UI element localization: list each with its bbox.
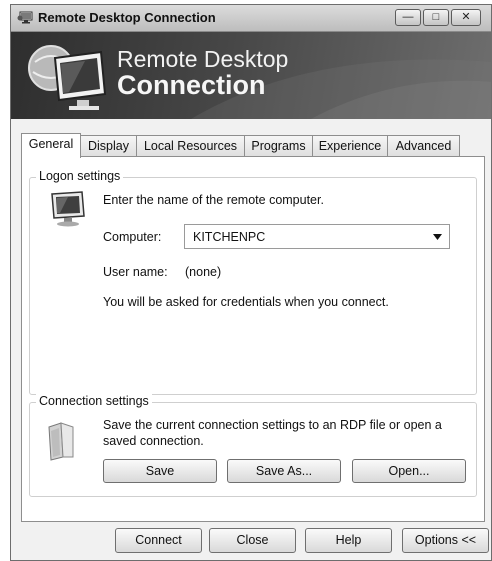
general-tab-panel: Logon settings Enter the name of the rem… [21,156,485,522]
close-button[interactable]: Close [209,528,296,553]
remote-desktop-window: Remote Desktop Connection — □ ✕ Remote D… [10,4,492,561]
banner-title-line1: Remote Desktop [117,46,289,72]
window-title: Remote Desktop Connection [38,10,216,25]
open-button[interactable]: Open... [352,459,466,483]
minimize-icon: — [402,11,414,23]
help-button[interactable]: Help [305,528,392,553]
connection-settings-group: Connection settings Save the current con… [29,394,477,497]
logon-intro-text: Enter the name of the remote computer. [103,193,324,207]
tab-experience[interactable]: Experience [312,135,388,157]
computer-label: Computer: [103,230,162,244]
computer-value: KITCHENPC [193,230,266,244]
logon-settings-group: Logon settings Enter the name of the rem… [29,169,477,395]
remote-desktop-logo-icon [28,45,107,110]
tab-programs[interactable]: Programs [244,135,313,157]
save-as-button[interactable]: Save As... [227,459,341,483]
tab-advanced[interactable]: Advanced [387,135,460,157]
minimize-button[interactable]: — [395,9,421,26]
remote-desktop-icon [17,11,33,24]
tab-general[interactable]: General [21,133,81,158]
computer-icon [51,191,85,227]
username-label: User name: [103,265,168,279]
logon-settings-label: Logon settings [36,169,124,183]
close-icon: ✕ [461,11,471,23]
title-bar[interactable]: Remote Desktop Connection — □ ✕ [11,5,491,32]
close-window-button[interactable]: ✕ [451,9,481,26]
options-button[interactable]: Options << [402,528,489,553]
computer-combobox[interactable]: KITCHENPC [184,224,450,249]
folder-icon [48,422,74,461]
chevron-down-icon[interactable] [433,234,442,240]
connection-desc-line1: Save the current connection settings to … [103,418,442,432]
credentials-note: You will be asked for credentials when y… [103,295,389,309]
tab-local-resources[interactable]: Local Resources [136,135,245,157]
connect-button[interactable]: Connect [115,528,202,553]
banner-title-line2: Connection [117,70,266,100]
username-value: (none) [185,265,222,279]
maximize-button[interactable]: □ [423,9,449,26]
connection-desc-line2: saved connection. [103,434,204,448]
connection-settings-label: Connection settings [36,394,152,408]
maximize-icon: □ [432,11,440,23]
header-banner: Remote Desktop Connection [11,32,491,119]
tab-display[interactable]: Display [80,135,137,157]
save-button[interactable]: Save [103,459,217,483]
